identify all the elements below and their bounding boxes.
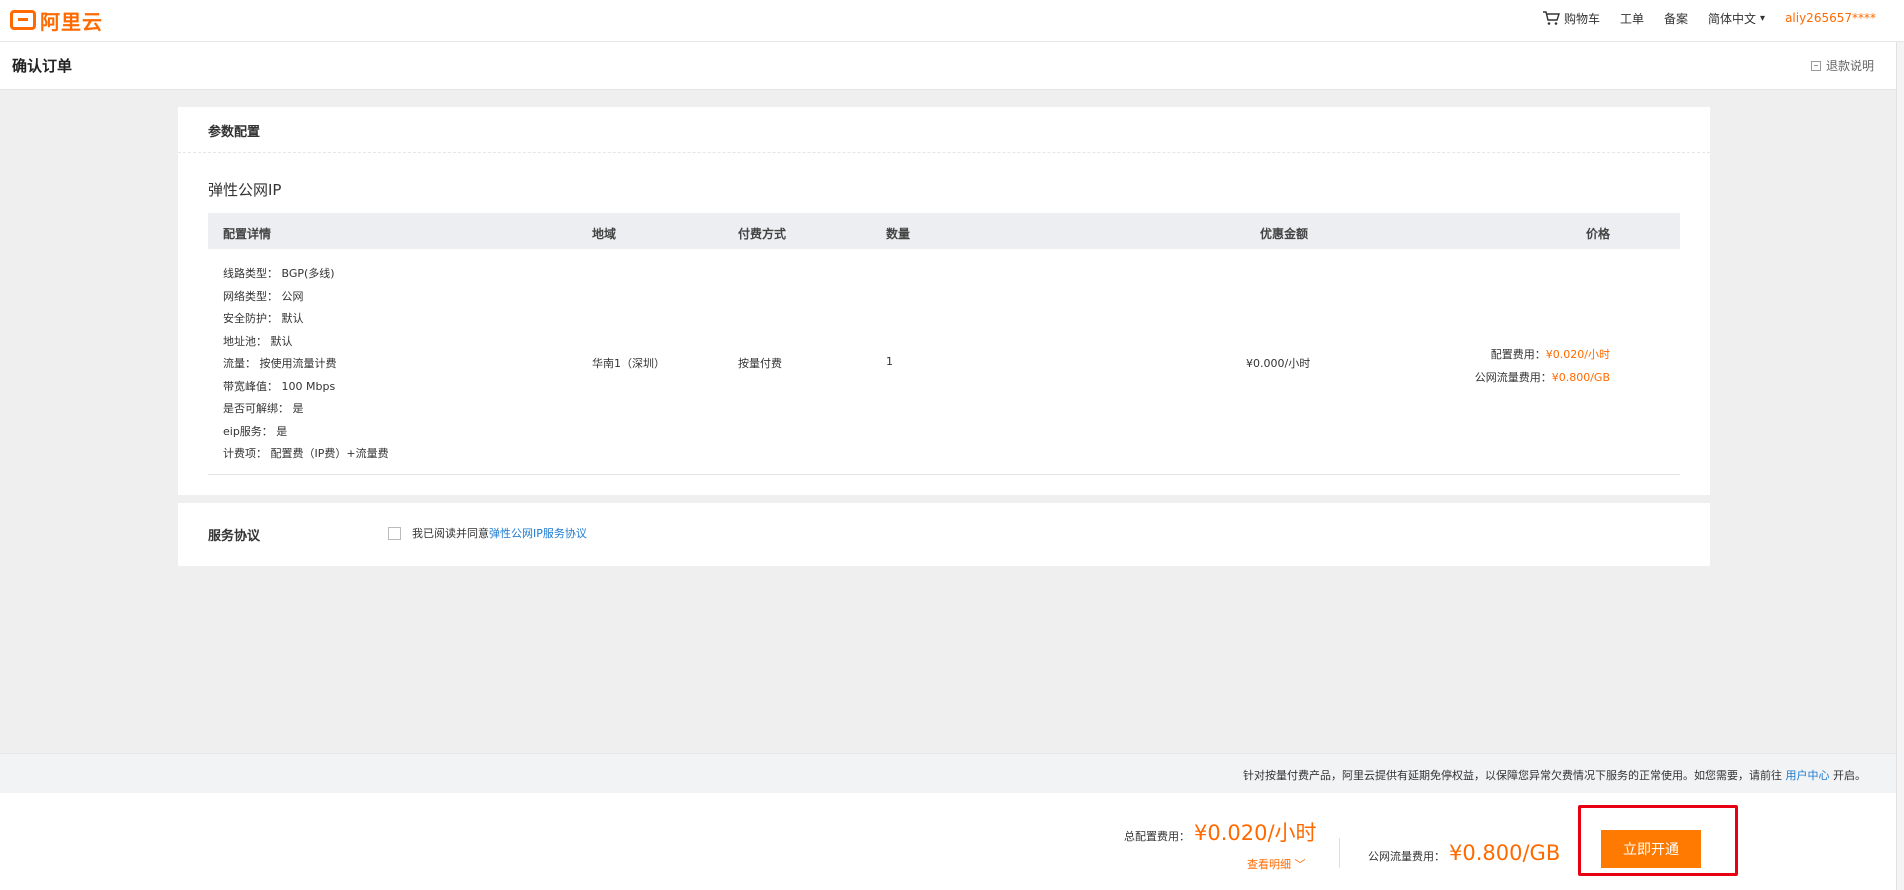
service-panel: 服务协议 我已阅读并同意 弹性公网IP服务协议 (178, 503, 1710, 566)
agreement-row: 我已阅读并同意 弹性公网IP服务协议 (388, 525, 587, 541)
spec-bandwidth: 带宽峰值： 100 Mbps (223, 379, 336, 393)
agreement-link[interactable]: 弹性公网IP服务协议 (489, 525, 587, 541)
total-fee-value: ¥0.020/小时 (1194, 821, 1317, 845)
bottom-traffic-label: 公网流量费用： (1368, 850, 1445, 863)
language-label: 简体中文 (1708, 11, 1757, 26)
nav-user[interactable]: aliy265657**** (1785, 11, 1876, 25)
user-center-link[interactable]: 用户中心 (1786, 769, 1830, 782)
traffic-fee-line: 公网流量费用：¥0.800/GB (1475, 366, 1610, 389)
collapse-icon (1810, 60, 1821, 71)
logo-text: 阿里云 (40, 9, 103, 34)
spec-network-type: 网络类型： 公网 (223, 289, 304, 303)
config-panel-header: 参数配置 (178, 107, 1710, 153)
cart-label: 购物车 (1563, 11, 1600, 26)
config-panel: 参数配置 弹性公网IP 配置详情 地域 付费方式 数量 优惠金额 价格 线路类型… (178, 107, 1710, 495)
agreement-checkbox[interactable] (388, 526, 401, 540)
nav-cart[interactable]: 购物车 (1542, 10, 1600, 27)
table-header: 配置详情 地域 付费方式 数量 优惠金额 价格 (208, 213, 1680, 249)
cell-discount: ¥0.000/小时 (1246, 357, 1311, 370)
view-details-label: 查看明细 (1247, 858, 1291, 871)
aliyun-logo[interactable]: 阿里云 (10, 6, 103, 34)
traffic-fee-value: ¥0.800/GB (1551, 371, 1610, 384)
page-scrollbar[interactable] (1896, 42, 1904, 890)
nav-right: 购物车 工单 备案 简体中文 ▾ aliy265657**** (1542, 0, 1876, 36)
table-row: 线路类型： BGP(多线) 网络类型： 公网 安全防护： 默认 地址池： 默认 … (208, 249, 1680, 475)
cell-price: 配置费用：¥0.020/小时 公网流量费用：¥0.800/GB (1475, 343, 1610, 389)
refund-label: 退款说明 (1825, 59, 1874, 73)
cart-icon (1542, 11, 1560, 25)
column-discount: 优惠金额 (1260, 227, 1309, 241)
view-details-link[interactable]: 查看明细 ﹀ (1247, 856, 1306, 872)
cell-quantity: 1 (886, 355, 893, 368)
column-price: 价格 (1586, 227, 1611, 241)
cell-billing: 按量付费 (738, 357, 782, 370)
total-fee-line: 总配置费用： ¥0.020/小时 (1124, 817, 1317, 847)
notice-text: 针对按量付费产品，阿里云提供有延期免停权益，以保障您异常欠费情况下服务的正常使用… (1243, 769, 1782, 782)
spec-line-type: 线路类型： BGP(多线) (223, 267, 335, 280)
order-table: 配置详情 地域 付费方式 数量 优惠金额 价格 线路类型： BGP(多线) 网络… (208, 213, 1680, 475)
nav-workorder[interactable]: 工单 (1620, 10, 1644, 27)
spec-traffic: 流量： 按使用流量计费 (223, 357, 337, 370)
spec-address-pool: 地址池： 默认 (223, 334, 293, 348)
bottom-traffic-value: ¥0.800/GB (1449, 841, 1561, 865)
page-header: 确认订单 退款说明 (0, 42, 1896, 90)
checkout-bar: 总配置费用： ¥0.020/小时 查看明细 ﹀ 公网流量费用： ¥0.800/G… (0, 793, 1896, 890)
config-fee-label: 配置费用： (1490, 348, 1546, 361)
deferral-notice: 针对按量付费产品，阿里云提供有延期免停权益，以保障您异常欠费情况下服务的正常使用… (1243, 767, 1866, 783)
refund-link[interactable]: 退款说明 (1810, 57, 1874, 74)
notice-bar: 针对按量付费产品，阿里云提供有延期免停权益，以保障您异常欠费情况下服务的正常使用… (0, 753, 1896, 793)
activate-now-button[interactable]: 立即开通 (1601, 830, 1701, 868)
column-quantity: 数量 (886, 227, 911, 241)
total-fee-label: 总配置费用： (1124, 830, 1190, 843)
agreement-text: 我已阅读并同意 (412, 527, 489, 540)
chevron-down-icon: ﹀ (1294, 858, 1306, 871)
product-name: 弹性公网IP (208, 181, 282, 199)
spec-list: 线路类型： BGP(多线) 网络类型： 公网 安全防护： 默认 地址池： 默认 … (223, 263, 389, 466)
traffic-fee-label: 公网流量费用： (1474, 371, 1552, 384)
traffic-fee-block: 公网流量费用： ¥0.800/GB (1368, 841, 1560, 865)
column-billing: 付费方式 (738, 227, 787, 241)
config-fee-value: ¥0.020/小时 (1545, 348, 1610, 361)
spec-unbindable: 是否可解绑： 是 (223, 402, 304, 415)
spec-billing-items: 计费项： 配置费（IP费）+流量费 (223, 447, 389, 460)
spec-eip-service: eip服务： 是 (223, 424, 288, 438)
nav-filing[interactable]: 备案 (1664, 10, 1688, 27)
chevron-down-icon: ▾ (1760, 12, 1766, 24)
spec-security: 安全防护： 默认 (223, 312, 304, 325)
config-section-title: 参数配置 (208, 125, 261, 140)
fee-divider (1339, 838, 1340, 868)
cell-region: 华南1（深圳） (592, 357, 665, 370)
column-details: 配置详情 (223, 227, 272, 241)
column-region: 地域 (592, 227, 617, 241)
nav-language[interactable]: 简体中文 ▾ (1708, 10, 1765, 27)
notice-suffix: 开启。 (1833, 769, 1866, 782)
aliyun-logo-icon (10, 10, 36, 30)
page-title: 确认订单 (12, 57, 73, 75)
config-fee-line: 配置费用：¥0.020/小时 (1475, 343, 1610, 366)
top-navigation: 阿里云 购物车 工单 备案 简体中文 ▾ aliy265657**** (0, 0, 1904, 42)
total-fee-block: 总配置费用： ¥0.020/小时 查看明细 ﹀ (1124, 817, 1317, 871)
service-title: 服务协议 (208, 529, 261, 544)
